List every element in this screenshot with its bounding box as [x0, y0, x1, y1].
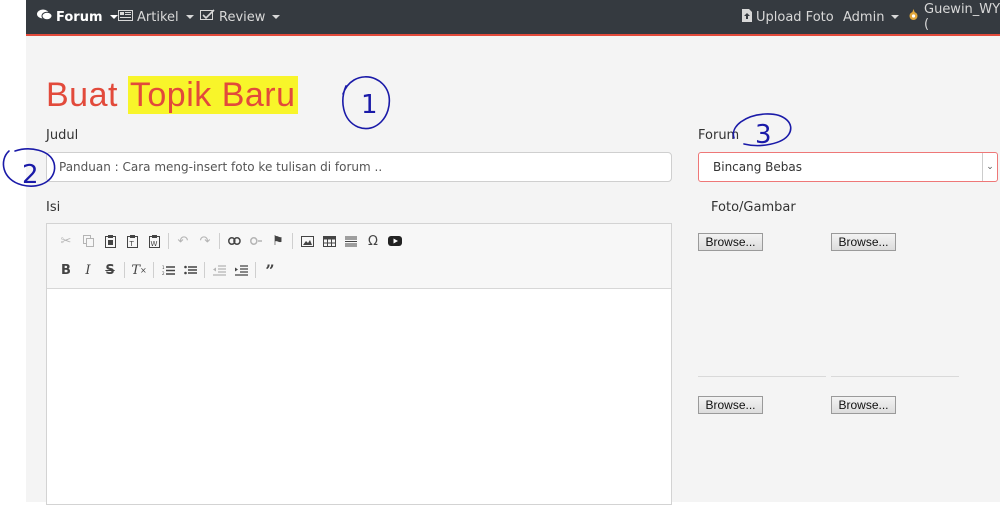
left-margin: [0, 0, 26, 502]
file-upload-icon: [742, 8, 752, 26]
toolbar-separator: [292, 233, 293, 249]
chevron-down-icon: ⌄: [982, 153, 997, 181]
judul-label: Judul: [46, 128, 79, 143]
table-icon[interactable]: [318, 230, 340, 252]
browse-button-3[interactable]: Browse...: [698, 396, 763, 414]
italic-icon[interactable]: I: [77, 259, 99, 281]
judul-placeholder: Panduan : Cara meng-insert foto ke tulis…: [59, 160, 383, 174]
top-navbar: Forum Artikel Review Upload Foto Admin G…: [26, 0, 1000, 36]
toolbar-separator: [204, 262, 205, 278]
bold-icon[interactable]: B: [55, 259, 77, 281]
toolbar-separator: [168, 233, 169, 249]
cut-icon[interactable]: ✂: [55, 230, 77, 252]
chevron-down-icon: [185, 15, 194, 19]
svg-text:T: T: [128, 240, 134, 248]
blockquote-icon[interactable]: ”: [259, 259, 281, 281]
nav-user[interactable]: Guewin_WY (: [907, 0, 1000, 34]
unlink-icon[interactable]: [245, 230, 267, 252]
browse-button-1[interactable]: Browse...: [698, 233, 763, 251]
paste-text-icon[interactable]: T: [121, 230, 143, 252]
nav-artikel-label: Artikel: [137, 9, 179, 25]
chevron-down-icon: [891, 15, 900, 19]
browse-button-2[interactable]: Browse...: [831, 233, 896, 251]
anchor-flag-icon[interactable]: ⚑: [267, 230, 289, 252]
outdent-icon[interactable]: [208, 259, 230, 281]
divider-line: [831, 376, 959, 377]
nav-upload-foto-label: Upload Foto: [756, 9, 834, 25]
page-title: Buat Topik Baru: [46, 76, 298, 115]
svg-text:2: 2: [162, 271, 165, 276]
horizontal-line-icon[interactable]: [340, 230, 362, 252]
nav-forum[interactable]: Forum: [37, 0, 118, 34]
youtube-icon[interactable]: [384, 230, 406, 252]
page-title-plain: Buat: [46, 76, 128, 114]
numbered-list-icon[interactable]: 12: [157, 259, 179, 281]
judul-input[interactable]: Panduan : Cara meng-insert foto ke tulis…: [46, 152, 672, 182]
forum-selected-value: Bincang Bebas: [713, 160, 802, 174]
nav-admin-label: Admin: [843, 9, 885, 25]
toolbar-row-1: ✂ T W ↶ ↷ ⚑ Ω: [55, 230, 406, 252]
newspaper-icon: [118, 9, 133, 25]
editor-toolbar: ✂ T W ↶ ↷ ⚑ Ω B I S T × 1 2 ”: [47, 224, 671, 289]
nav-artikel[interactable]: Artikel: [118, 0, 194, 34]
foto-gambar-label: Foto/Gambar: [711, 200, 796, 215]
nav-user-label: Guewin_WY (: [924, 2, 1000, 32]
isi-label: Isi: [46, 200, 61, 215]
nav-admin[interactable]: Admin: [843, 0, 900, 34]
nav-upload-foto[interactable]: Upload Foto: [742, 0, 834, 34]
toolbar-separator: [219, 233, 220, 249]
chat-bubbles-icon: [37, 9, 53, 25]
svg-text:1: 1: [162, 265, 165, 270]
nav-review[interactable]: Review: [200, 0, 281, 34]
nav-forum-label: Forum: [56, 9, 103, 25]
remove-format-icon[interactable]: T ×: [128, 259, 150, 281]
forum-select[interactable]: Bincang Bebas ⌄: [698, 152, 998, 182]
redo-icon[interactable]: ↷: [194, 230, 216, 252]
svg-text:W: W: [150, 240, 157, 248]
toolbar-separator: [124, 262, 125, 278]
copy-icon[interactable]: [77, 230, 99, 252]
toolbar-separator: [255, 262, 256, 278]
strikethrough-icon[interactable]: S: [99, 259, 121, 281]
divider-line: [698, 376, 826, 377]
paste-icon[interactable]: [99, 230, 121, 252]
indent-icon[interactable]: [230, 259, 252, 281]
rich-text-editor: ✂ T W ↶ ↷ ⚑ Ω B I S T × 1 2 ”: [46, 223, 672, 505]
bulleted-list-icon[interactable]: [179, 259, 201, 281]
chevron-down-icon: [109, 15, 118, 19]
toolbar-separator: [153, 262, 154, 278]
link-icon[interactable]: [223, 230, 245, 252]
user-badge-icon: [907, 8, 920, 26]
special-char-icon[interactable]: Ω: [362, 230, 384, 252]
undo-icon[interactable]: ↶: [172, 230, 194, 252]
editor-content-area[interactable]: [47, 289, 671, 504]
nav-review-label: Review: [219, 9, 266, 25]
page-title-highlight: Topik Baru: [127, 76, 298, 114]
browse-button-4[interactable]: Browse...: [831, 396, 896, 414]
paste-word-icon[interactable]: W: [143, 230, 165, 252]
image-icon[interactable]: [296, 230, 318, 252]
chevron-down-icon: [272, 15, 281, 19]
checkbox-icon: [200, 9, 215, 25]
toolbar-row-2: B I S T × 12 ”: [55, 259, 281, 281]
forum-label: Forum: [698, 128, 740, 143]
